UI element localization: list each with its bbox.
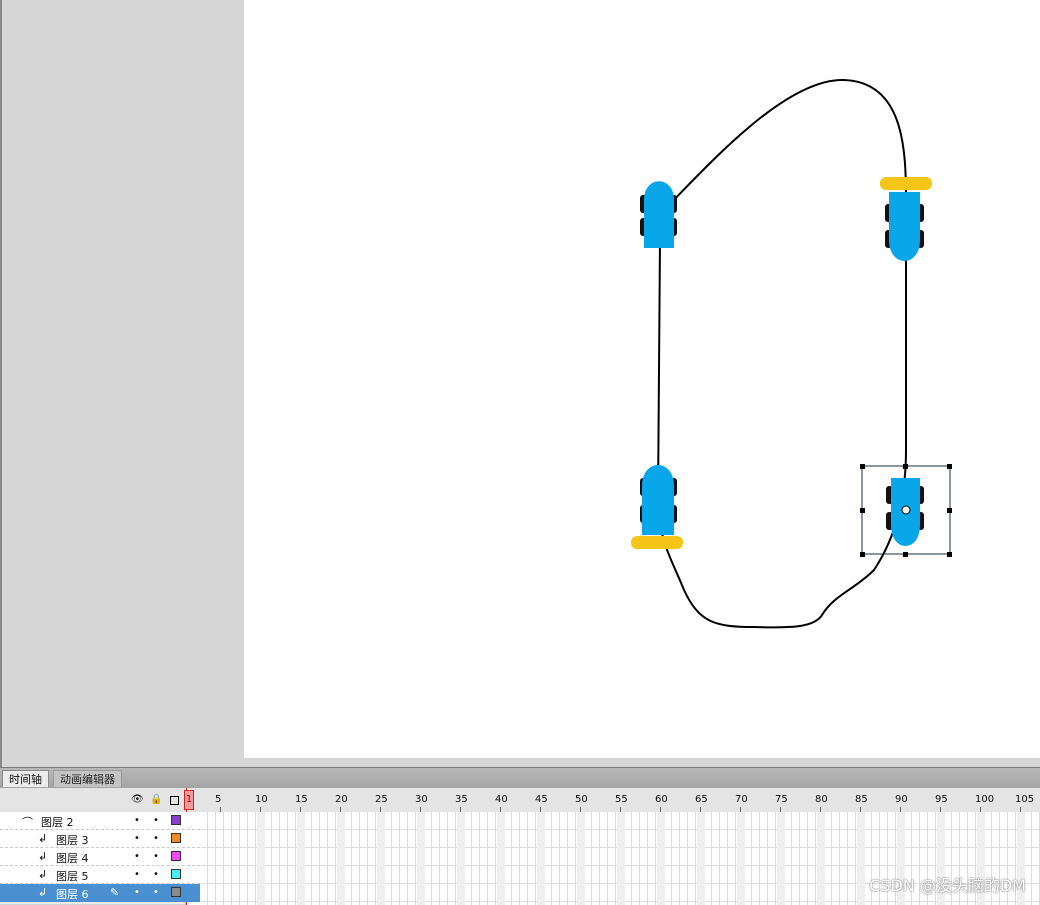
layer-name[interactable]: 图层 6 (56, 886, 89, 902)
frame-band (697, 812, 705, 905)
ruler-frame-number: 60 (655, 794, 668, 805)
ruler-frame-number: 10 (255, 794, 268, 805)
frame-ruler[interactable]: 5 10 15 20 25 30 35 40 45 50 55 60 65 70 75 80 85 90 95 100… (185, 788, 1040, 813)
ruler-frame-number: 5 (215, 794, 222, 805)
guided-layer-icon: ↲ (38, 832, 48, 845)
motion-guide-path[interactable] (656, 78, 907, 629)
ruler-frame-number: 85 (855, 794, 868, 805)
guided-layer-icon: ↲ (38, 850, 48, 863)
frame-band (417, 812, 425, 905)
guided-layer-icon: ↲ (38, 886, 48, 899)
guided-layer-icon: ↲ (38, 868, 48, 881)
playhead[interactable]: 1 (184, 790, 194, 810)
tab-timeline[interactable]: 时间轴 (2, 770, 49, 787)
ruler-frame-number: 30 (415, 794, 428, 805)
ruler-frame-number: 15 (295, 794, 308, 805)
outline-icon[interactable] (170, 796, 179, 805)
layer-name[interactable]: 图层 3 (56, 832, 89, 848)
timeline-panel: 时间轴 动画编辑器 👁 🔒 5 10 15 20 25 30 35 40 45 50 55 60 65 7… (0, 767, 1040, 905)
watermark: CSDN @没头脑的DM (869, 876, 1026, 895)
lock-toggle[interactable]: • (153, 851, 159, 862)
ruler-frame-number: 90 (895, 794, 908, 805)
layer-row[interactable]: ↲ 图层 4 • • (0, 848, 200, 866)
ruler-frame-number: 70 (735, 794, 748, 805)
panel-tab-bar: 时间轴 动画编辑器 (0, 768, 1040, 789)
lock-toggle[interactable]: • (153, 887, 159, 898)
layer-name[interactable]: 图层 4 (56, 850, 89, 866)
ruler-frame-number: 105 (1015, 794, 1035, 805)
frame-band (777, 812, 785, 905)
lock-icon[interactable]: 🔒 (150, 794, 162, 805)
ruler-frame-number: 35 (455, 794, 468, 805)
visibility-toggle[interactable]: • (134, 833, 140, 844)
frame-band (257, 812, 265, 905)
visibility-toggle[interactable]: • (134, 851, 140, 862)
frame-band (297, 812, 305, 905)
guide-layer-icon: ⌒ (22, 816, 33, 829)
frame-band (337, 812, 345, 905)
layer-name[interactable]: 图层 2 (41, 814, 74, 830)
frame-band (457, 812, 465, 905)
frame-band (537, 812, 545, 905)
stage-pasteboard (0, 0, 1040, 767)
ruler-frame-number: 40 (495, 794, 508, 805)
layer-row[interactable]: ↲ 图层 5 • • (0, 866, 200, 884)
pencil-icon: ✎ (110, 886, 120, 899)
visibility-toggle[interactable]: • (134, 815, 140, 826)
frame-band (657, 812, 665, 905)
ruler-frame-number: 75 (775, 794, 788, 805)
visibility-toggle[interactable]: • (134, 887, 140, 898)
layer-outline-color-swatch[interactable] (171, 851, 181, 861)
layer-row[interactable]: ↲ 图层 6 ✎ • • (0, 884, 200, 902)
ruler-frame-number: 100 (975, 794, 995, 805)
visibility-toggle[interactable]: • (134, 869, 140, 880)
layer-outline-color-swatch[interactable] (171, 815, 181, 825)
ruler-frame-number: 55 (615, 794, 628, 805)
frame-band (377, 812, 385, 905)
ruler-frame-number: 20 (335, 794, 348, 805)
layer-outline-color-swatch[interactable] (171, 833, 181, 843)
lock-toggle[interactable]: • (153, 869, 159, 880)
layer-outline-color-swatch[interactable] (171, 887, 181, 897)
frame-band (497, 812, 505, 905)
stage-canvas[interactable] (244, 0, 1040, 758)
frame-band (857, 812, 865, 905)
layer-outline-color-swatch[interactable] (171, 869, 181, 879)
frame-band (577, 812, 585, 905)
ruler-frame-number: 25 (375, 794, 388, 805)
ruler-frame-number: 80 (815, 794, 828, 805)
layer-row[interactable]: ⌒ 图层 2 • • (0, 812, 200, 830)
frame-band (817, 812, 825, 905)
ruler-frame-number: 95 (935, 794, 948, 805)
frame-band (737, 812, 745, 905)
frame-band (617, 812, 625, 905)
ruler-frame-number: 65 (695, 794, 708, 805)
car-top-left[interactable] (640, 181, 677, 248)
eye-icon[interactable]: 👁 (131, 794, 144, 805)
lock-toggle[interactable]: • (153, 815, 159, 826)
layer-name[interactable]: 图层 5 (56, 868, 89, 884)
car-bottom-left[interactable] (631, 465, 683, 549)
lock-toggle[interactable]: • (153, 833, 159, 844)
layer-row[interactable]: ↲ 图层 3 • • (0, 830, 200, 848)
ruler-frame-number: 45 (535, 794, 548, 805)
layer-list-header: 👁 🔒 (0, 788, 200, 813)
stage-drawing (631, 78, 952, 629)
ruler-frame-number: 50 (575, 794, 588, 805)
car-top-right[interactable] (880, 177, 932, 261)
tab-motion-editor[interactable]: 动画编辑器 (53, 770, 122, 787)
